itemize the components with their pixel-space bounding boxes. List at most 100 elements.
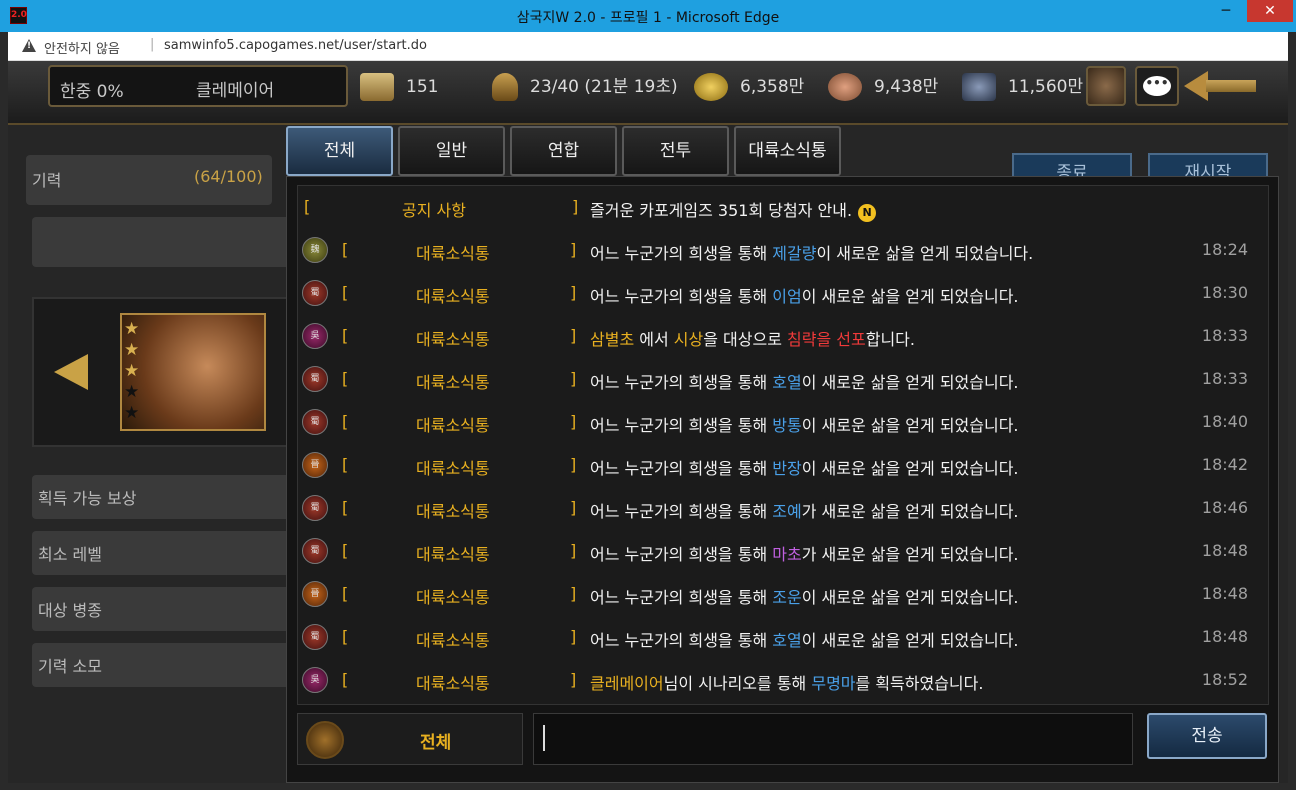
message-row[interactable]: 吳 [대륙소식통] 클레메이어님이 시나리오를 통해 무명마를 획득하였습니다. 18…: [298, 659, 1268, 702]
message-row[interactable]: 蜀 [대륙소식통] 어느 누군가의 희생을 통해 마초가 새로운 삶을 얻게 되었습…: [298, 530, 1268, 573]
message-fragment: 이 새로운 삶을 얻게 되었습니다.: [801, 588, 1019, 607]
message-fragment: 어느 누군가의 희생을 통해: [590, 416, 773, 435]
bracket-left: [: [342, 455, 349, 474]
message-row[interactable]: 晉 [대륙소식통] 어느 누군가의 희생을 통해 반장이 새로운 삶을 얻게 되었습…: [298, 444, 1268, 487]
message-row[interactable]: 蜀 [대륙소식통] 어느 누군가의 희생을 통해 호열이 새로운 삶을 얻게 되었습…: [298, 358, 1268, 401]
message-time: 18:40: [1201, 412, 1248, 431]
chat-toggle-button[interactable]: •••: [1135, 66, 1179, 106]
general-name[interactable]: 이엄: [772, 287, 801, 306]
message-fragment: 어느 누군가의 희생을 통해: [590, 631, 773, 650]
new-badge-icon: N: [858, 204, 877, 222]
message-fragment: 어느 누군가의 희생을 통해: [590, 244, 773, 263]
message-text: 어느 누군가의 희생을 통해 조예가 새로운 삶을 얻게 되었습니다.: [590, 498, 1019, 522]
notice-text[interactable]: 즐거운 카포게임즈 351회 당첨자 안내. N: [590, 197, 877, 222]
back-arrow-button[interactable]: [1184, 71, 1256, 101]
general-name[interactable]: 호열: [772, 631, 801, 650]
runner-icon: [492, 73, 518, 101]
message-fragment: 어느 누군가의 희생을 통해: [590, 287, 773, 306]
notice-channel: 공지 사항: [402, 201, 466, 220]
message-fragment: 이 새로운 삶을 얻게 되었습니다.: [801, 631, 1019, 650]
row-label: 대상 병종: [38, 601, 102, 620]
message-fragment: 이 새로운 삶을 얻게 되었습니다.: [801, 287, 1019, 306]
user-info-box[interactable]: 한중 0% 클레메이어: [48, 65, 348, 107]
general-name[interactable]: 조예: [772, 502, 801, 521]
bracket-left: [: [342, 541, 349, 560]
stat-iron: 11,560만: [962, 69, 1083, 105]
close-button[interactable]: ✕: [1247, 0, 1293, 22]
tab-alliance[interactable]: 연합: [510, 126, 617, 176]
message-row[interactable]: 晉 [대륙소식통] 어느 누군가의 희생을 통해 조운이 새로운 삶을 얻게 되었습…: [298, 573, 1268, 616]
row-label: 기력 소모: [38, 657, 102, 676]
message-time: 18:52: [1201, 670, 1248, 689]
message-text: 어느 누군가의 희생을 통해 반장이 새로운 삶을 얻게 되었습니다.: [590, 455, 1019, 479]
notice-row[interactable]: [ 공지 사항 ] 즐거운 카포게임즈 351회 당첨자 안내. N: [298, 186, 1268, 229]
message-channel: 대륙소식통: [416, 502, 490, 521]
send-button[interactable]: 전송: [1147, 713, 1267, 759]
bracket-left: [: [342, 627, 349, 646]
bracket-left: [: [304, 197, 311, 216]
general-name[interactable]: 반장: [772, 459, 801, 478]
tab-continent-news[interactable]: 대륙소식통: [734, 126, 841, 176]
general-name[interactable]: 제갈량: [772, 244, 816, 263]
message-channel: 대륙소식통: [416, 330, 490, 349]
notice-message[interactable]: 즐거운 카포게임즈 351회 당첨자 안내.: [590, 201, 852, 220]
item-name[interactable]: 무명마: [811, 674, 855, 693]
bracket-left: [: [342, 412, 349, 431]
message-time: 18:42: [1201, 455, 1248, 474]
chat-message-list[interactable]: [ 공지 사항 ] 즐거운 카포게임즈 351회 당첨자 안내. N 魏 [대륙소식…: [297, 185, 1269, 705]
channel-selector[interactable]: 전체: [297, 713, 523, 765]
bracket-right: ]: [570, 670, 577, 689]
general-name[interactable]: 조운: [772, 588, 801, 607]
general-name[interactable]: 호열: [772, 373, 801, 392]
row-label: 획득 가능 보상: [38, 489, 137, 508]
bracket-right: ]: [570, 369, 577, 388]
empty-row: [32, 217, 292, 267]
message-fragment: 을 대상으로: [703, 330, 788, 349]
address-bar[interactable]: 안전하지 않음 | samwinfo5.capogames.net/user/s…: [8, 32, 1288, 61]
message-row[interactable]: 魏 [대륙소식통] 어느 누군가의 희생을 통해 제갈량이 새로운 삶을 얻게 되었…: [298, 229, 1268, 272]
minimize-button[interactable]: ─: [1211, 0, 1241, 22]
message-time: 18:30: [1201, 283, 1248, 302]
message-text: 어느 누군가의 희생을 통해 마초가 새로운 삶을 얻게 되었습니다.: [590, 541, 1019, 565]
message-fragment: 어느 누군가의 희생을 통해: [590, 459, 773, 478]
message-fragment: 를 획득하였습니다.: [855, 674, 984, 693]
star-filled-icon: ★: [124, 319, 140, 339]
message-row[interactable]: 吳 [대륙소식통] 삼별초 에서 시상을 대상으로 침략을 선포합니다. 18:33: [298, 315, 1268, 358]
target-name[interactable]: 시상: [674, 330, 703, 349]
message-fragment: 어느 누군가의 희생을 통해: [590, 373, 773, 392]
message-text: 어느 누군가의 희생을 통해 조운이 새로운 삶을 얻게 되었습니다.: [590, 584, 1019, 608]
bracket-right: ]: [570, 240, 577, 259]
tab-all[interactable]: 전체: [286, 126, 393, 176]
message-time: 18:33: [1201, 326, 1248, 345]
message-row[interactable]: 蜀 [대륙소식통] 어느 누군가의 희생을 통해 호열이 새로운 삶을 얻게 되었습…: [298, 616, 1268, 659]
message-row[interactable]: 蜀 [대륙소식통] 어느 누군가의 희생을 통해 방통이 새로운 삶을 얻게 되었습…: [298, 401, 1268, 444]
nation-badge-icon: 蜀: [302, 538, 328, 564]
scroll-icon: [360, 73, 394, 101]
war-declaration[interactable]: 침략을 선포: [787, 330, 866, 349]
stat-gold: 6,358만: [694, 69, 814, 105]
message-row[interactable]: 蜀 [대륙소식통] 어느 누군가의 희생을 통해 이엄이 새로운 삶을 얻게 되었습…: [298, 272, 1268, 315]
prev-hero-arrow-icon[interactable]: [54, 354, 88, 390]
username-text: 클레메이어: [196, 81, 275, 101]
general-portrait-button[interactable]: [1086, 66, 1126, 106]
chat-bubble-icon: •••: [1143, 76, 1171, 96]
general-name[interactable]: 클레메이어: [590, 674, 664, 693]
attacker-name[interactable]: 삼별초: [590, 330, 634, 349]
message-row[interactable]: 蜀 [대륙소식통] 어느 누군가의 희생을 통해 조예가 새로운 삶을 얻게 되었습…: [298, 487, 1268, 530]
bracket-right: ]: [570, 283, 577, 302]
game-canvas: 한중 0% 클레메이어 151 23/40 (21분 19초) 6,358만 9…: [8, 61, 1288, 783]
message-text: 클레메이어님이 시나리오를 통해 무명마를 획득하였습니다.: [590, 670, 983, 694]
arrow-left-icon: [1184, 71, 1208, 101]
url-text[interactable]: samwinfo5.capogames.net/user/start.do: [164, 38, 427, 53]
security-label: 안전하지 않음: [44, 42, 120, 57]
gold-ingot-icon: [694, 73, 728, 101]
chat-input[interactable]: [533, 713, 1133, 765]
tab-battle[interactable]: 전투: [622, 126, 729, 176]
general-name[interactable]: 방통: [772, 416, 801, 435]
channel-label: 전체: [420, 733, 452, 753]
energy-value: (64/100): [194, 167, 263, 186]
message-channel: 대륙소식통: [416, 674, 490, 693]
tab-general[interactable]: 일반: [398, 126, 505, 176]
window-titlebar: 2.0 삼국지W 2.0 - 프로필 1 - Microsoft Edge ─ …: [0, 0, 1296, 32]
general-name[interactable]: 마초: [772, 545, 801, 564]
